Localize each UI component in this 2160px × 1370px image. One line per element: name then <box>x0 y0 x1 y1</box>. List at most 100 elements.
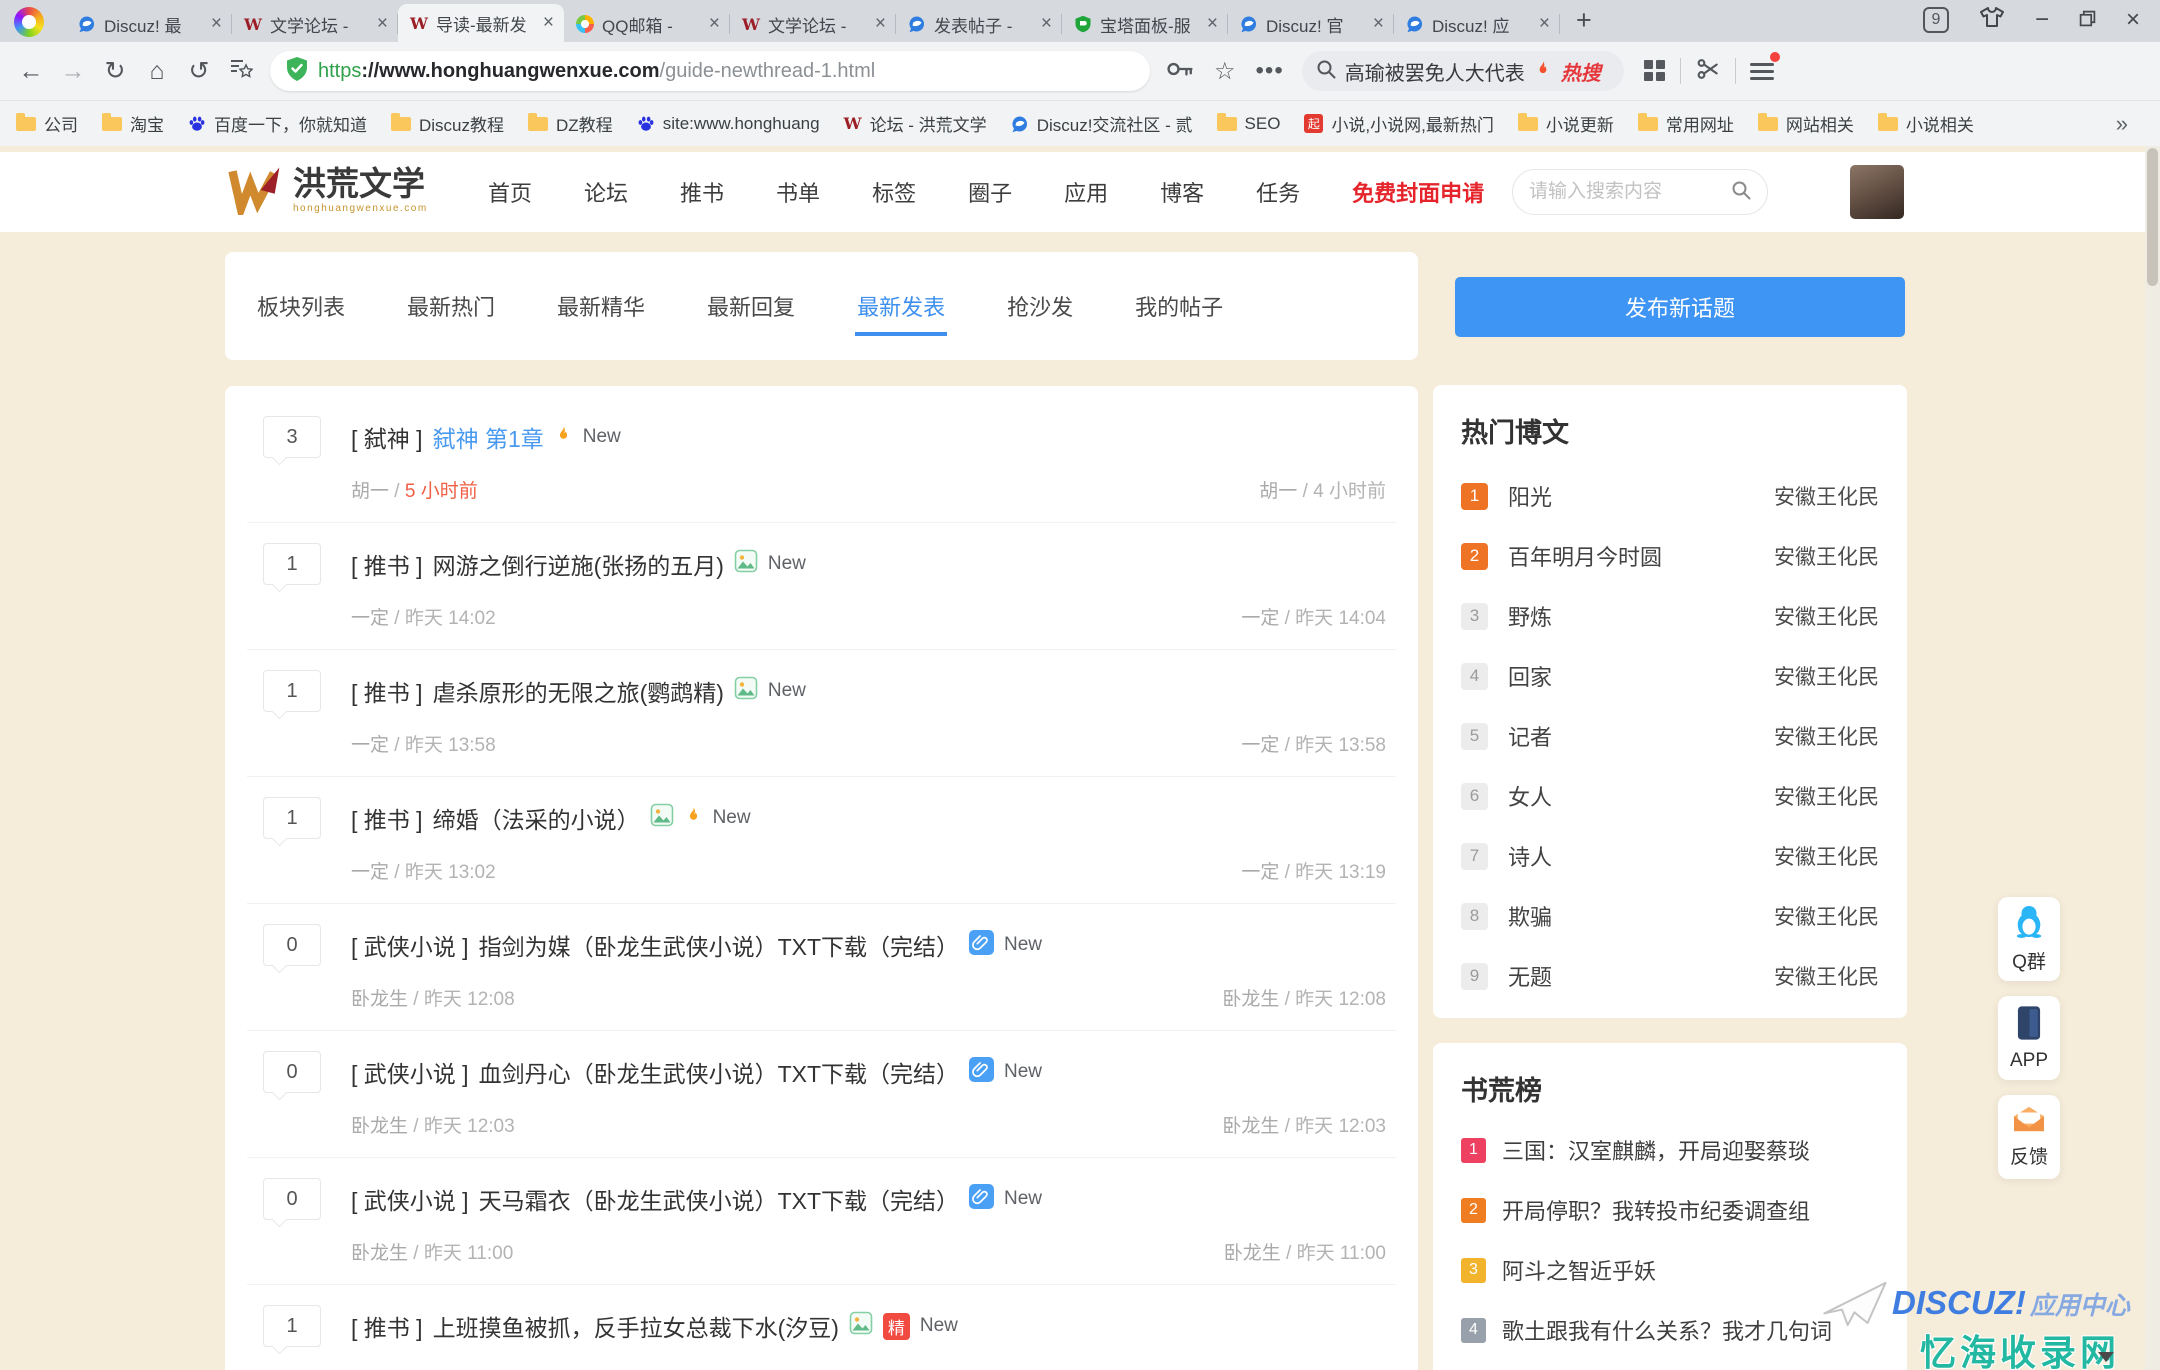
password-key-icon[interactable] <box>1166 60 1194 83</box>
hot-post-author[interactable]: 安徽王化民 <box>1774 541 1879 571</box>
theme-shirt-icon[interactable] <box>1979 5 2005 34</box>
subnav-latest-hot[interactable]: 最新热门 <box>405 276 497 336</box>
thread-category[interactable]: [ 推书 ] <box>351 801 423 835</box>
site-search-box[interactable] <box>1512 169 1768 215</box>
tab-discuz-appcenter[interactable]: Discuz! 应 × <box>1394 6 1560 42</box>
tab-new-post[interactable]: 发表帖子 - × <box>896 6 1062 42</box>
nav-circles[interactable]: 圈子 <box>968 176 1012 208</box>
home-icon[interactable]: ⌂ <box>136 57 178 86</box>
thread-author[interactable]: 胡一 <box>351 481 389 502</box>
last-reply-author[interactable]: 卧龙生 <box>1222 1116 1279 1137</box>
browser-logo-icon[interactable] <box>14 7 44 37</box>
hot-search-box[interactable]: 高瑜被罢免人大代表 热搜 <box>1302 51 1624 91</box>
tab-qqmail[interactable]: QQ邮箱 - × <box>564 6 730 42</box>
search-icon[interactable] <box>1731 180 1751 205</box>
thread-category[interactable]: [ 推书 ] <box>351 674 423 708</box>
nav-forum[interactable]: 论坛 <box>584 176 628 208</box>
hot-post-author[interactable]: 安徽王化民 <box>1774 961 1879 991</box>
bookmark-folder[interactable]: Discuz教程 <box>391 111 504 136</box>
tab-close-icon[interactable]: × <box>1371 13 1386 35</box>
tab-close-icon[interactable]: × <box>1039 13 1054 35</box>
thread-title-link[interactable]: 指剑为媒（卧龙生武侠小说）TXT下载（完结） <box>479 928 959 962</box>
last-reply-author[interactable]: 一定 <box>1241 735 1279 756</box>
last-reply-author[interactable]: 胡一 <box>1259 481 1297 502</box>
last-reply-author[interactable]: 一定 <box>1241 862 1279 883</box>
thread-author[interactable]: 一定 <box>351 862 389 883</box>
thread-title-link[interactable]: 血剑丹心（卧龙生武侠小说）TXT下载（完结） <box>479 1055 959 1089</box>
site-logo[interactable]: 洪荒文学 honghuangwenxue.com <box>225 165 428 215</box>
tab-close-icon[interactable]: × <box>873 13 888 35</box>
bookmark-folder[interactable]: DZ教程 <box>528 111 613 136</box>
thread-title-link[interactable]: 弑神 第1章 <box>433 420 544 454</box>
subnav-latest-digest[interactable]: 最新精华 <box>555 276 647 336</box>
bookmark-folder[interactable]: 小说相关 <box>1878 111 1974 136</box>
back-icon[interactable]: ← <box>10 57 52 86</box>
new-topic-button[interactable]: 发布新话题 <box>1455 277 1905 337</box>
book-rank-link[interactable]: 阿斗之智近乎妖 <box>1502 1254 1656 1286</box>
hot-post-author[interactable]: 安徽王化民 <box>1774 781 1879 811</box>
thread-title-link[interactable]: 虐杀原形的无限之旅(鹦鹉精) <box>433 674 724 708</box>
bookmark-discuz-community[interactable]: Discuz!交流社区 - 贰 <box>1011 111 1193 136</box>
bookmark-qidian[interactable]: 起小说,小说网,最新热门 <box>1304 111 1493 136</box>
hot-post-link[interactable]: 回家 <box>1508 660 1774 692</box>
favorites-list-icon[interactable] <box>220 57 262 86</box>
hot-post-link[interactable]: 记者 <box>1508 720 1774 752</box>
bookmark-folder[interactable]: 网站相关 <box>1758 111 1854 136</box>
nav-apps[interactable]: 应用 <box>1064 176 1108 208</box>
nav-blog[interactable]: 博客 <box>1160 176 1204 208</box>
hot-post-link[interactable]: 欺骗 <box>1508 900 1774 932</box>
scissors-screenshot-icon[interactable] <box>1695 56 1721 87</box>
thread-category[interactable]: [ 弑神 ] <box>351 420 423 454</box>
subnav-board-list[interactable]: 板块列表 <box>255 276 347 336</box>
bookmark-forum[interactable]: W论坛 - 洪荒文学 <box>844 111 987 136</box>
reload-icon[interactable]: ↻ <box>94 56 136 86</box>
nav-free-cover[interactable]: 免费封面申请 <box>1352 176 1484 208</box>
hot-post-author[interactable]: 安徽王化民 <box>1774 721 1879 751</box>
bookmark-baidu-site[interactable]: site:www.honghuang <box>637 114 820 134</box>
subnav-my-posts[interactable]: 我的帖子 <box>1133 276 1225 336</box>
undo-icon[interactable]: ↺ <box>178 56 220 86</box>
bookmark-folder[interactable]: 淘宝 <box>102 111 164 136</box>
qq-group-button[interactable]: Q群 <box>1998 897 2060 981</box>
hot-post-link[interactable]: 野炼 <box>1508 600 1774 632</box>
thread-author[interactable]: 卧龙生 <box>351 989 408 1010</box>
subnav-latest-reply[interactable]: 最新回复 <box>705 276 797 336</box>
scrollbar-thumb[interactable] <box>2147 148 2158 286</box>
hot-post-author[interactable]: 安徽王化民 <box>1774 481 1879 511</box>
url-field[interactable]: https://www.honghuangwenxue.com/guide-ne… <box>270 51 1150 91</box>
tab-forum-2[interactable]: W 文学论坛 - × <box>730 6 896 42</box>
nav-tags[interactable]: 标签 <box>872 176 916 208</box>
last-reply-author[interactable]: 卧龙生 <box>1222 989 1279 1010</box>
app-download-button[interactable]: APP <box>1998 996 2060 1080</box>
restore-button[interactable] <box>2079 8 2096 32</box>
nav-push-book[interactable]: 推书 <box>680 176 724 208</box>
nav-tasks[interactable]: 任务 <box>1256 176 1300 208</box>
tab-close-icon[interactable]: × <box>541 12 556 34</box>
tab-close-icon[interactable]: × <box>209 13 224 35</box>
new-tab-button[interactable]: + <box>1576 5 1592 36</box>
close-window-button[interactable]: × <box>2126 8 2140 32</box>
tab-close-icon[interactable]: × <box>375 13 390 35</box>
thread-category[interactable]: [ 推书 ] <box>351 547 423 581</box>
hot-post-link[interactable]: 百年明月今时圆 <box>1508 540 1774 572</box>
thread-category[interactable]: [ 武侠小说 ] <box>351 928 469 962</box>
nav-home[interactable]: 首页 <box>488 176 532 208</box>
hot-post-link[interactable]: 女人 <box>1508 780 1774 812</box>
bookmark-folder[interactable]: SEO <box>1217 114 1281 134</box>
thread-title-link[interactable]: 上班摸鱼被抓，反手拉女总裁下水(汐豆) <box>433 1309 839 1343</box>
tab-forum-1[interactable]: W 文学论坛 - × <box>232 6 398 42</box>
user-avatar[interactable] <box>1850 165 1904 219</box>
nav-book-list[interactable]: 书单 <box>776 176 820 208</box>
bookmark-folder[interactable]: 公司 <box>16 111 78 136</box>
tab-close-icon[interactable]: × <box>1205 13 1220 35</box>
bookmark-baidu[interactable]: 百度一下，你就知道 <box>188 111 367 136</box>
thread-title-link[interactable]: 缔婚（法采的小说） <box>433 801 640 835</box>
last-reply-author[interactable]: 一定 <box>1241 608 1279 629</box>
tab-counter-badge[interactable]: 9 <box>1923 7 1949 33</box>
last-reply-author[interactable]: 卧龙生 <box>1224 1243 1281 1264</box>
thread-author[interactable]: 一定 <box>351 735 389 756</box>
tab-discuz-official[interactable]: Discuz! 官 × <box>1228 6 1394 42</box>
hot-post-author[interactable]: 安徽王化民 <box>1774 901 1879 931</box>
hot-post-link[interactable]: 无题 <box>1508 960 1774 992</box>
bookmark-star-icon[interactable]: ☆ <box>1214 57 1236 86</box>
